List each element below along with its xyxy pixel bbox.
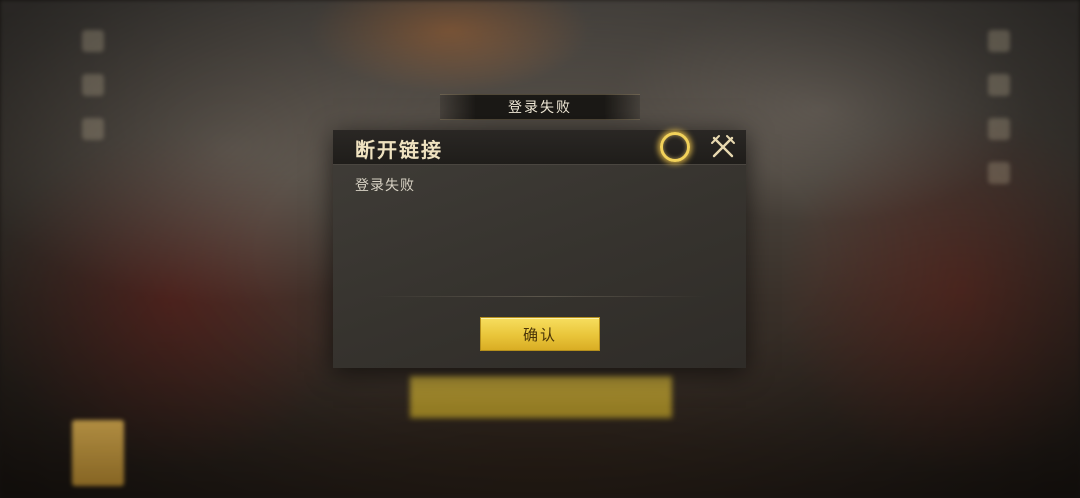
blurred-menu-icon	[988, 162, 1010, 184]
close-icon[interactable]	[710, 134, 736, 160]
glowing-ring-icon	[660, 132, 690, 162]
confirm-button[interactable]: 确认	[480, 317, 600, 351]
confirm-label: 确认	[522, 325, 557, 344]
banner-title: 登录失败	[508, 100, 572, 116]
blurred-menu-icon	[988, 74, 1010, 96]
dialog-message: 登录失败	[355, 178, 415, 194]
blurred-menu-icon	[988, 118, 1010, 140]
blurred-menu-icon	[82, 118, 104, 140]
blurred-menu-icon	[82, 74, 104, 96]
top-banner: 登录失败	[440, 94, 640, 120]
right-side-menu-blurred	[982, 30, 1016, 184]
blurred-menu-icon	[82, 30, 104, 52]
blurred-start-button	[410, 376, 672, 418]
divider	[373, 296, 706, 297]
dialog-title: 断开链接	[355, 138, 443, 162]
disconnect-dialog: 断开链接 登录失败 确认	[333, 130, 746, 368]
dialog-header: 断开链接	[333, 130, 746, 165]
blurred-menu-icon	[988, 30, 1010, 52]
left-side-menu-blurred	[76, 30, 110, 140]
blurred-card	[72, 420, 124, 486]
